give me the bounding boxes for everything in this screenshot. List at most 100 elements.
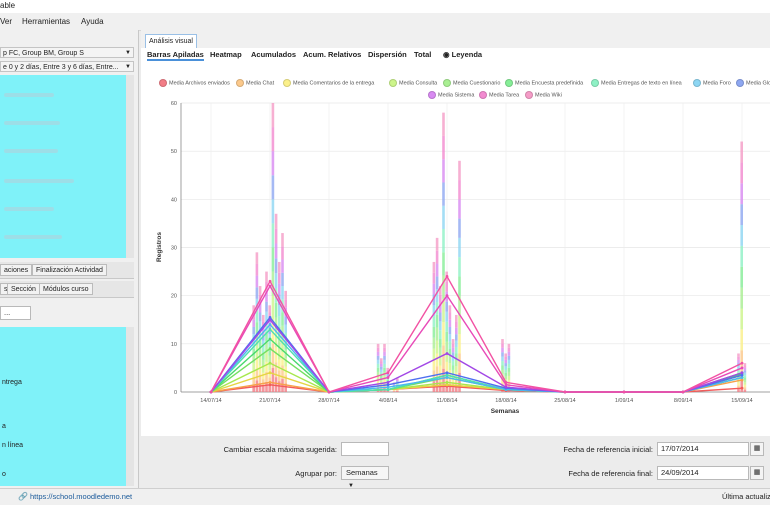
scrollbar[interactable] xyxy=(126,327,134,486)
tab-calificaciones[interactable]: aciones xyxy=(0,264,33,276)
bar xyxy=(278,261,281,273)
data-point xyxy=(445,275,449,278)
bar xyxy=(383,355,386,360)
data-point xyxy=(681,390,685,394)
tab-finalizacion[interactable]: Finalización Actividad xyxy=(32,264,107,276)
inactivity-combo[interactable]: e 0 y 2 días, Entre 3 y 6 días, Entre...… xyxy=(0,61,134,72)
bar xyxy=(737,353,740,357)
bar xyxy=(442,345,445,369)
data-point xyxy=(445,294,449,298)
bar xyxy=(740,183,743,205)
tab-dispersion[interactable]: Dispersión xyxy=(368,50,407,59)
end-date-label: Fecha de referencia final: xyxy=(568,469,653,478)
bar xyxy=(448,326,452,335)
bar xyxy=(281,233,284,247)
bar xyxy=(455,321,458,328)
server-url[interactable]: https://school.moodledemo.net xyxy=(30,492,132,501)
bar xyxy=(458,237,461,258)
bar xyxy=(445,341,448,352)
end-date-input[interactable]: 24/09/2014 xyxy=(657,466,749,480)
y-tick-label: 50 xyxy=(171,149,177,155)
groups-combo[interactable]: p FC, Group BM, Group S ▼ xyxy=(0,47,134,58)
tab-heatmap[interactable]: Heatmap xyxy=(210,50,242,59)
tab-acumulados[interactable]: Acumulados xyxy=(251,50,296,59)
data-point xyxy=(504,385,508,389)
bar xyxy=(380,363,383,367)
tab-analisis-visual[interactable]: Análisis visual xyxy=(145,34,197,49)
bar xyxy=(458,160,461,181)
start-date-input[interactable]: 17/07/2014 xyxy=(657,442,749,456)
scrollbar[interactable] xyxy=(126,75,134,258)
scale-input[interactable] xyxy=(341,442,389,456)
tab-seccion[interactable]: Sección xyxy=(7,283,40,295)
tab-leyenda[interactable]: ◉ Leyenda xyxy=(443,50,482,59)
bar xyxy=(376,363,380,368)
tab-total[interactable]: Total xyxy=(414,50,431,59)
bar xyxy=(501,347,504,353)
list-item[interactable]: n línea xyxy=(2,442,23,449)
tab-modulos-curso[interactable]: Módulos curso xyxy=(39,283,93,295)
bar xyxy=(445,361,448,372)
menu-ver[interactable]: Ver xyxy=(0,17,12,26)
bar xyxy=(743,363,747,366)
list-item[interactable] xyxy=(4,179,74,183)
bar xyxy=(504,359,507,364)
bar xyxy=(740,204,743,226)
menu-ayuda[interactable]: Ayuda xyxy=(81,17,104,26)
search-input[interactable]: ... xyxy=(0,306,31,320)
bar xyxy=(376,359,380,364)
bar xyxy=(386,367,389,370)
list-item[interactable] xyxy=(4,207,54,211)
y-axis-label: Registros xyxy=(156,232,163,262)
bar xyxy=(271,103,275,128)
list-item[interactable] xyxy=(4,149,58,153)
stacked-bar-chart: 0 10 20 30 40 50 60 14/07/14 21/07/14 28/07/14 4/0… xyxy=(156,101,770,415)
bar xyxy=(274,273,278,289)
data-point xyxy=(740,378,744,382)
data-point xyxy=(504,383,508,387)
list-item[interactable] xyxy=(4,235,62,239)
group-select[interactable]: Semanas ▼ xyxy=(341,466,389,489)
bar xyxy=(396,379,399,382)
bar xyxy=(271,295,275,320)
calendar-icon[interactable]: ▦ xyxy=(750,466,764,480)
bar xyxy=(445,301,448,312)
menu-herramientas[interactable]: Herramientas xyxy=(22,17,70,26)
data-point xyxy=(563,390,567,394)
list-item[interactable]: a xyxy=(2,423,6,430)
modules-list[interactable]: ntrega a n línea o xyxy=(0,327,126,486)
y-tick-label: 10 xyxy=(171,342,177,348)
last-update: Última actualiz xyxy=(722,492,770,501)
data-point xyxy=(622,390,626,394)
x-tick-label: 25/08/14 xyxy=(554,398,575,404)
data-point xyxy=(386,380,390,384)
users-list[interactable] xyxy=(0,75,126,258)
x-tick-label: 28/07/14 xyxy=(318,398,339,404)
tab-acum-relativos[interactable]: Acum. Relativos xyxy=(303,50,361,59)
bar xyxy=(448,305,452,313)
bar xyxy=(271,367,275,392)
data-point xyxy=(386,376,390,379)
bar xyxy=(740,308,743,330)
bar xyxy=(743,379,747,383)
list-item[interactable] xyxy=(4,93,54,97)
title-bar: able xyxy=(0,0,770,13)
bar xyxy=(451,343,455,348)
series-line xyxy=(210,328,743,393)
bar xyxy=(274,377,278,392)
data-point xyxy=(445,373,449,377)
bar xyxy=(439,347,442,357)
bar xyxy=(383,363,386,368)
list-item[interactable]: ntrega xyxy=(2,379,22,386)
bar xyxy=(392,390,396,392)
bar xyxy=(504,363,507,367)
tab-barras-apiladas[interactable]: Barras Apiladas xyxy=(147,50,204,61)
list-item[interactable] xyxy=(4,121,60,125)
bar xyxy=(284,375,287,384)
data-point xyxy=(386,371,390,375)
calendar-icon[interactable]: ▦ xyxy=(750,442,764,456)
scale-label: Cambiar escala máxima sugerida: xyxy=(223,445,337,454)
bar xyxy=(284,324,287,333)
bar xyxy=(504,356,507,360)
list-item[interactable]: o xyxy=(2,471,6,478)
